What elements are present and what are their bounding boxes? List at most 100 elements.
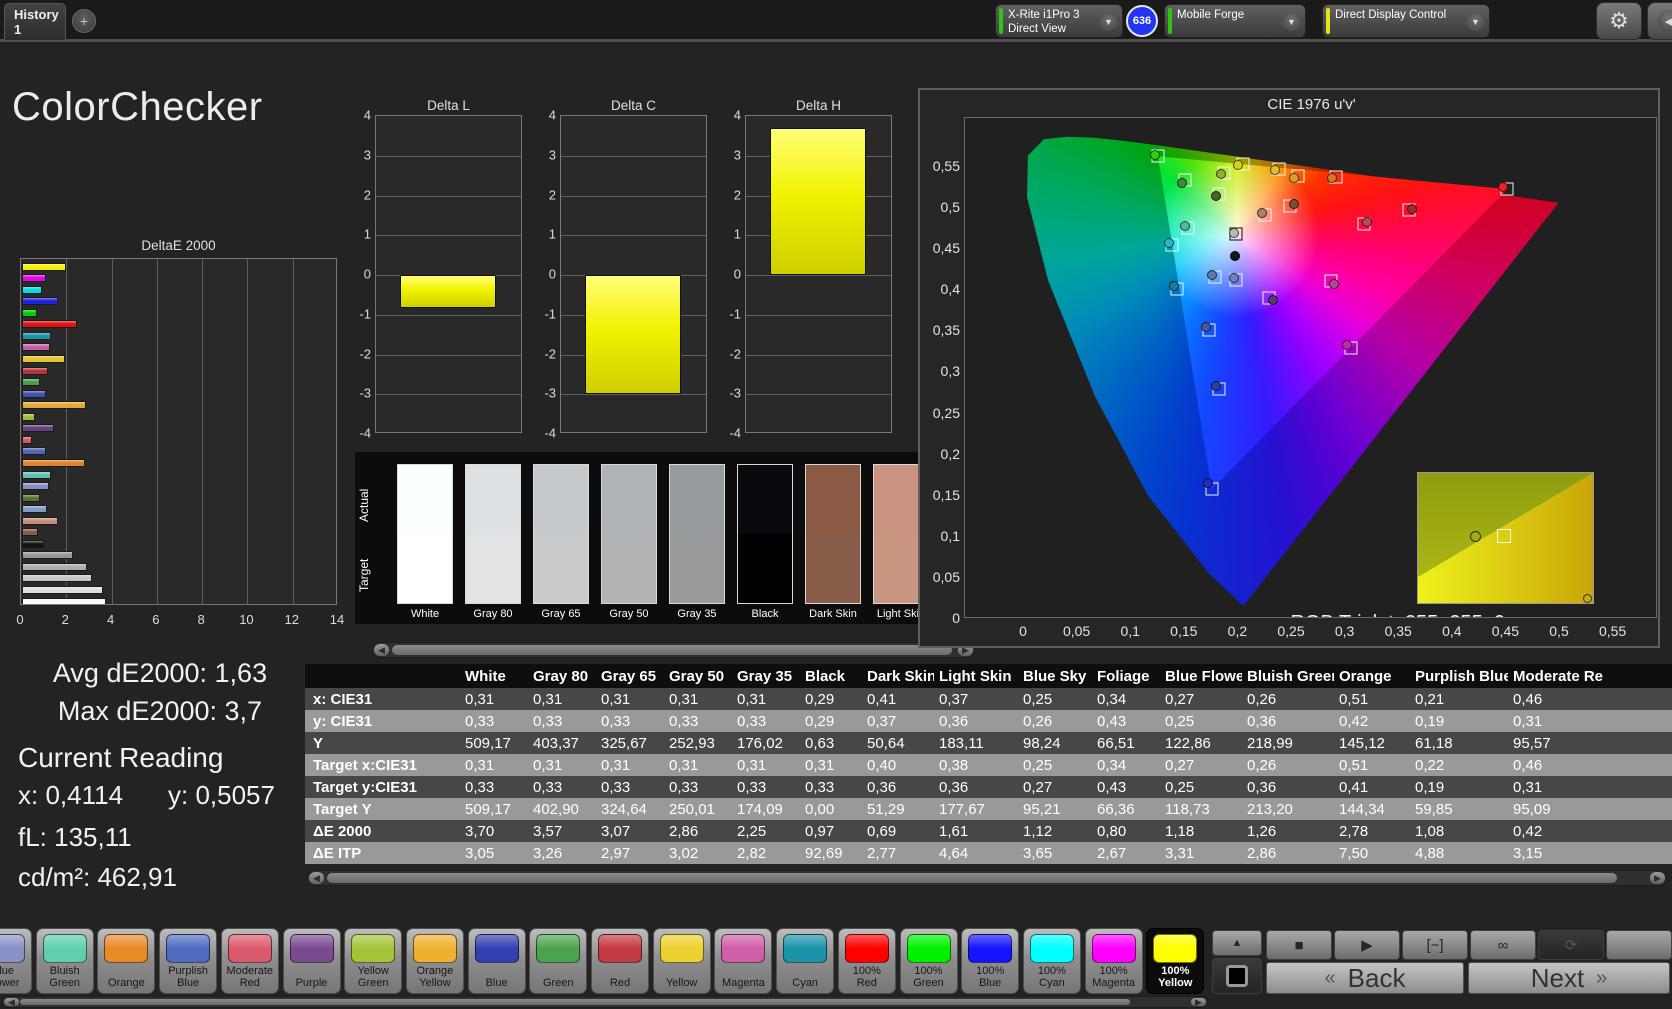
patch-button-orange[interactable]: Orange — [97, 928, 155, 994]
transport-blank-button[interactable] — [1606, 930, 1672, 960]
display-control-selector-button[interactable]: Direct Display Control ▼ — [1322, 4, 1490, 38]
mini-gridline — [561, 196, 706, 197]
cie-measured-black — [1230, 251, 1240, 261]
patch-button-100-magenta[interactable]: 100%Magenta — [1085, 928, 1143, 994]
swatch-strip-scrollbar[interactable]: ◀ ▶ — [372, 642, 975, 658]
patch-button-red[interactable]: Red — [591, 928, 649, 994]
patch-color-chip — [907, 934, 951, 963]
chevron-down-icon[interactable]: ▼ — [1467, 14, 1484, 31]
cie-measured-cyan-100 — [1164, 238, 1174, 248]
patch-button-100-green[interactable]: 100%Green — [900, 928, 958, 994]
scrollbar-thumb[interactable] — [327, 873, 1617, 883]
patch-data-table: WhiteGray 80Gray 65Gray 50Gray 35BlackDa… — [305, 664, 1672, 866]
swatch-gray-65[interactable] — [533, 464, 589, 604]
mini-y-tick: 2 — [345, 187, 371, 202]
scrollbar-thumb[interactable] — [392, 645, 952, 655]
add-tab-button[interactable]: + — [72, 9, 96, 33]
patch-button-100-red[interactable]: 100%Red — [838, 928, 896, 994]
scroll-right-icon[interactable]: ▶ — [1650, 872, 1665, 884]
scroll-left-icon[interactable]: ◀ — [374, 644, 389, 656]
swatch-target — [806, 534, 860, 603]
mini-y-tick: 2 — [715, 187, 741, 202]
patch-button-green[interactable]: Green — [529, 928, 587, 994]
swatch-white[interactable] — [397, 464, 453, 604]
app-window: History 1 + X-Rite i1Pro 3 Direct View ▼… — [0, 0, 1672, 1009]
column-header-blue-flower: Blue Flower — [1160, 668, 1242, 685]
swatch-label: Gray 35 — [669, 608, 725, 620]
scrollbar-thumb[interactable] — [20, 999, 1130, 1005]
patch-button-100-blue[interactable]: 100%Blue — [961, 928, 1019, 994]
table-cell: 0,80 — [1092, 823, 1160, 840]
swatch-black[interactable] — [737, 464, 793, 604]
patch-button-blue-flower[interactable]: BlueFlower — [0, 928, 32, 994]
swatch-gray-50[interactable] — [601, 464, 657, 604]
patch-button-blue[interactable]: Blue — [468, 928, 526, 994]
inset-corner-point — [1583, 594, 1592, 603]
table-cell: 0,46 — [1508, 757, 1603, 774]
patch-button-100-yellow[interactable]: 100%Yellow — [1146, 928, 1204, 994]
display-control-name: Direct Display Control — [1335, 9, 1446, 21]
patch-button-orange-yellow[interactable]: OrangeYellow — [406, 928, 464, 994]
deltae-bar-cyan — [22, 332, 51, 340]
patch-row-scrollbar[interactable]: ◀ ▶ — [2, 996, 1208, 1008]
transport-step-button[interactable]: [−] — [1402, 930, 1468, 960]
patch-button-label: 100%Yellow — [1147, 965, 1203, 989]
deltae-chart-title: DeltaE 2000 — [20, 238, 337, 253]
settings-button[interactable]: ⚙ — [1596, 2, 1642, 40]
mini-y-tick: 3 — [345, 147, 371, 162]
back-button[interactable]: « Back — [1266, 962, 1464, 994]
patch-button-purplish-blue[interactable]: PurplishBlue — [159, 928, 217, 994]
cie-y-tick: 0,55 — [922, 158, 960, 174]
tab-history-1[interactable]: History 1 — [4, 3, 66, 40]
mini-y-tick: -3 — [530, 386, 556, 401]
transport-loop-infinite-button[interactable]: ∞ — [1470, 930, 1536, 960]
deltae-x-tick: 12 — [284, 612, 298, 627]
patch-button-purple[interactable]: Purple — [283, 928, 341, 994]
reading-y: y: 0,5057 — [168, 780, 275, 811]
patch-button-moderate-red[interactable]: ModerateRed — [221, 928, 279, 994]
transport-stop-button[interactable]: ■ — [1266, 930, 1332, 960]
swatch-gray-80[interactable] — [465, 464, 521, 604]
deltae-bar-black — [22, 540, 44, 548]
patch-button-label: Purple — [284, 965, 340, 989]
chevron-down-icon[interactable]: ▼ — [1100, 14, 1117, 31]
row-label: Target Y — [305, 801, 460, 818]
table-scrollbar[interactable]: ◀ ▶ — [307, 870, 1667, 886]
mini-chart-delta-h — [745, 115, 892, 433]
meter-selector-button[interactable]: X-Rite i1Pro 3 Direct View ▼ — [995, 4, 1123, 38]
patch-button-100-cyan[interactable]: 100%Cyan — [1023, 928, 1081, 994]
swatch-dark-skin[interactable] — [805, 464, 861, 604]
chevron-down-icon[interactable]: ▼ — [1283, 14, 1300, 31]
table-cell: 0,42 — [1508, 823, 1603, 840]
big-stop-button[interactable] — [1212, 958, 1262, 994]
scroll-left-icon[interactable]: ◀ — [309, 872, 324, 884]
collapse-up-button[interactable]: ▲ — [1212, 930, 1262, 956]
scroll-left-icon[interactable]: ◀ — [4, 998, 19, 1006]
patch-button-bluish-green[interactable]: BluishGreen — [36, 928, 94, 994]
cie-plot: RGB Triplet: 255, 255, 0 — [964, 117, 1657, 618]
collapse-panel-button[interactable]: ◀ — [1647, 2, 1672, 40]
meter-count-badge[interactable]: 636 — [1126, 5, 1158, 37]
row-label: Target x:CIE31 — [305, 757, 460, 774]
patch-button-yellow[interactable]: Yellow — [653, 928, 711, 994]
cie-measured-cyan — [1169, 281, 1179, 291]
transport-play-button[interactable]: ▶ — [1334, 930, 1400, 960]
meter-name: X-Rite i1Pro 3 — [1008, 9, 1080, 21]
deltae-bar-orange-yellow — [22, 401, 86, 409]
patch-button-magenta[interactable]: Magenta — [714, 928, 772, 994]
table-cell: 0,31 — [596, 757, 664, 774]
source-selector-button[interactable]: Mobile Forge ▼ — [1164, 4, 1306, 38]
swatch-gray-35[interactable] — [669, 464, 725, 604]
transport-refresh-button[interactable]: ⟳ — [1538, 930, 1604, 960]
mini-y-tick: -1 — [715, 306, 741, 321]
patch-button-cyan[interactable]: Cyan — [776, 928, 834, 994]
cie-x-tick: 0,55 — [1599, 623, 1626, 639]
patch-button-yellow-green[interactable]: YellowGreen — [344, 928, 402, 994]
deltae-bar-foliage — [22, 494, 40, 502]
mini-y-tick: 0 — [345, 267, 371, 282]
next-button[interactable]: Next » — [1468, 962, 1670, 994]
table-cell: 7,50 — [1334, 845, 1410, 862]
table-cell: 0,33 — [460, 779, 528, 796]
row-label: ΔE 2000 — [305, 823, 460, 840]
scroll-right-icon[interactable]: ▶ — [1191, 998, 1206, 1006]
